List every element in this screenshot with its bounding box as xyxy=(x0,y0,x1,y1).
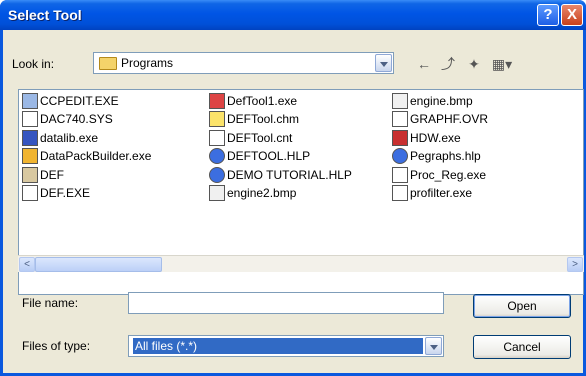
list-item[interactable]: engine.bmp xyxy=(392,93,473,111)
list-item[interactable]: profilter.exe xyxy=(392,185,472,203)
file-name-input[interactable] xyxy=(128,292,444,314)
help-file-icon xyxy=(209,167,225,183)
list-item[interactable]: DEFTOOL.HLP xyxy=(209,148,310,166)
list-item[interactable]: DEFTool.chm xyxy=(209,111,299,129)
scroll-left-icon[interactable]: < xyxy=(19,257,35,272)
help-file-icon xyxy=(392,148,408,164)
dialog-body: Look in: Programs ← ⤴ ✦ ▦▾ CCPEDIT.EXE D… xyxy=(3,30,584,373)
chevron-down-icon[interactable] xyxy=(425,337,442,355)
look-in-label: Look in: xyxy=(12,57,55,71)
scroll-right-icon[interactable]: > xyxy=(567,257,583,272)
help-file-icon xyxy=(209,148,225,164)
open-button[interactable]: Open xyxy=(473,294,571,318)
look-in-dropdown[interactable]: Programs xyxy=(93,52,394,74)
bitmap-icon xyxy=(392,93,408,109)
list-item[interactable]: Pegraphs.hlp xyxy=(392,148,481,166)
exe-icon xyxy=(392,130,408,146)
list-item[interactable]: DEF xyxy=(22,167,64,185)
scroll-thumb[interactable] xyxy=(35,257,162,272)
exe-icon xyxy=(22,93,38,109)
help-file-icon xyxy=(209,111,225,127)
new-folder-icon[interactable]: ✦ xyxy=(465,55,483,73)
chevron-down-icon[interactable] xyxy=(375,54,392,72)
list-item[interactable]: datalib.exe xyxy=(22,130,98,148)
list-item[interactable]: DAC740.SYS xyxy=(22,111,113,129)
list-item[interactable]: Proc_Reg.exe xyxy=(392,167,486,185)
exe-icon xyxy=(22,148,38,164)
cancel-button[interactable]: Cancel xyxy=(473,335,571,359)
title-bar[interactable]: Select Tool ? X xyxy=(0,0,586,30)
close-button[interactable]: X xyxy=(561,4,583,26)
list-item[interactable]: DEFTool.cnt xyxy=(209,130,292,148)
look-in-value: Programs xyxy=(121,56,174,70)
system-file-icon xyxy=(22,111,38,127)
file-icon xyxy=(392,111,408,127)
exe-icon xyxy=(209,93,225,109)
file-type-value: All files (*.*) xyxy=(133,338,423,354)
help-button[interactable]: ? xyxy=(537,4,559,26)
file-icon xyxy=(209,130,225,146)
file-type-label: Files of type: xyxy=(22,339,91,353)
file-type-dropdown[interactable]: All files (*.*) xyxy=(128,335,444,357)
horizontal-scrollbar[interactable]: < > xyxy=(18,255,584,272)
exe-icon xyxy=(22,130,38,146)
select-tool-dialog: Select Tool ? X Look in: Programs ← ⤴ ✦ … xyxy=(0,0,586,376)
exe-icon xyxy=(392,185,408,201)
list-item[interactable]: HDW.exe xyxy=(392,130,461,148)
list-item[interactable]: DataPackBuilder.exe xyxy=(22,148,151,166)
file-icon xyxy=(22,167,38,183)
list-item[interactable]: GRAPHF.OVR xyxy=(392,111,488,129)
list-item[interactable]: CCPEDIT.EXE xyxy=(22,93,119,111)
file-name-label: File name: xyxy=(22,296,79,310)
exe-icon xyxy=(392,167,408,183)
exe-icon xyxy=(22,185,38,201)
folder-icon xyxy=(99,57,117,70)
list-item[interactable]: DEMO TUTORIAL.HLP xyxy=(209,167,352,185)
bitmap-icon xyxy=(209,185,225,201)
dialog-title: Select Tool xyxy=(8,7,82,23)
list-item[interactable]: DEF.EXE xyxy=(22,185,90,203)
up-folder-icon[interactable]: ⤴ xyxy=(439,55,457,73)
list-item[interactable]: engine2.bmp xyxy=(209,185,296,203)
views-menu-icon[interactable]: ▦▾ xyxy=(490,55,514,73)
back-icon[interactable]: ← xyxy=(415,55,433,73)
list-item[interactable]: DefTool1.exe xyxy=(209,93,297,111)
